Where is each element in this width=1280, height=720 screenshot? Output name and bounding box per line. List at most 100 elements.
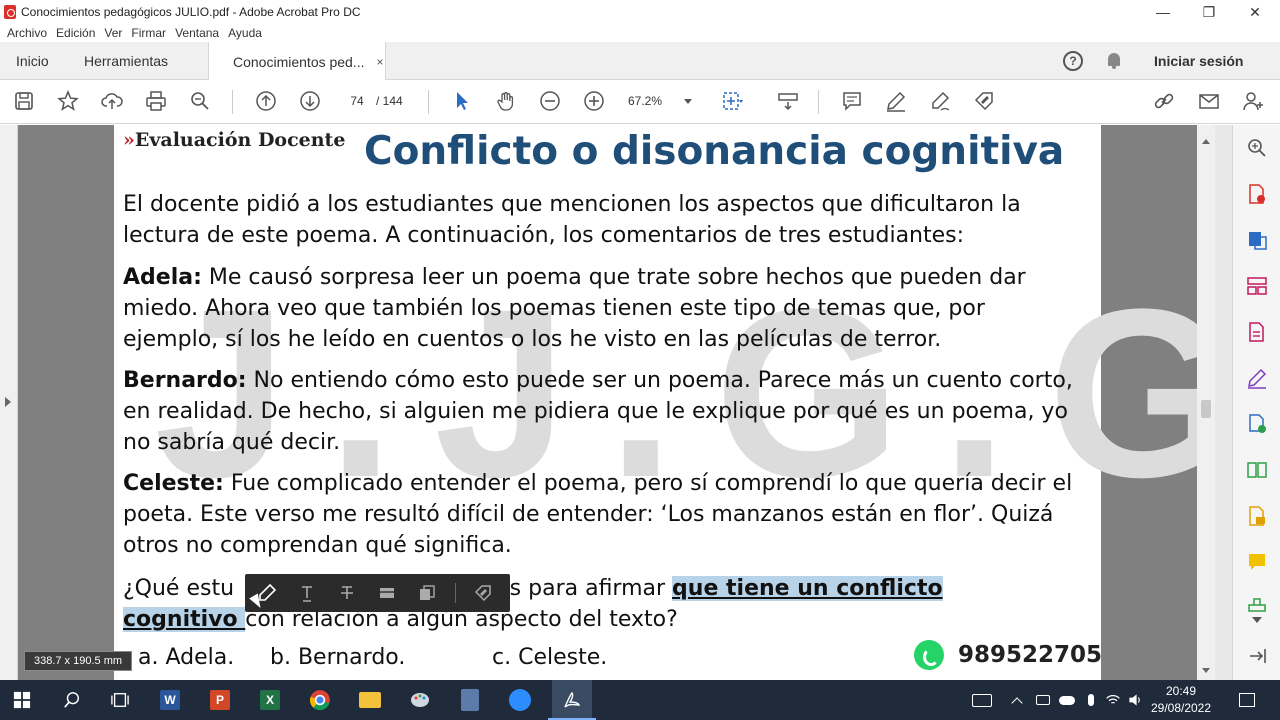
highlight-button[interactable] [882, 87, 910, 115]
clock-date: 29/08/2022 [1150, 701, 1212, 715]
bookmark-button[interactable] [54, 87, 82, 115]
tab-document[interactable]: Conocimientos ped... × [208, 42, 386, 81]
chevron-down-icon[interactable] [1252, 617, 1262, 623]
search-icon [64, 692, 80, 708]
zoom-app[interactable] [506, 686, 534, 714]
close-window-button[interactable]: ✕ [1232, 0, 1278, 24]
hand-tool-button[interactable] [492, 87, 520, 115]
fill-sign-icon[interactable] [1246, 367, 1268, 389]
strikethrough-icon[interactable] [337, 583, 357, 603]
notification-center-button[interactable] [1233, 686, 1261, 714]
minimize-button[interactable]: — [1140, 0, 1186, 24]
star-icon [57, 90, 79, 111]
menu-ventana[interactable]: Ventana [175, 26, 219, 40]
comment-name: Bernardo: [123, 368, 247, 393]
organize-pages-icon[interactable] [1246, 275, 1268, 297]
share-link-button[interactable] [1150, 87, 1178, 115]
compare-files-icon[interactable] [1246, 459, 1268, 481]
vertical-scrollbar[interactable] [1197, 125, 1215, 680]
menu-archivo[interactable]: Archivo [7, 26, 47, 40]
send-for-review-icon[interactable] [1246, 413, 1268, 435]
edit-pdf-icon[interactable] [1246, 321, 1268, 343]
menu-ver[interactable]: Ver [104, 26, 122, 40]
comment-text: Me causó sorpresa leer un poema que trat… [123, 265, 1026, 352]
sign-tag-icon [974, 92, 993, 111]
powerpoint-app[interactable]: P [206, 686, 234, 714]
search-zoom-icon[interactable] [1246, 137, 1268, 159]
scroll-down-icon[interactable] [1202, 668, 1210, 673]
task-view-button[interactable] [106, 686, 134, 714]
keyboard-tray-icon[interactable] [968, 686, 996, 714]
meet-now-tray[interactable] [1032, 686, 1054, 714]
left-panel-toggle[interactable] [0, 125, 18, 680]
add-user-button[interactable] [1239, 87, 1267, 115]
protect-icon[interactable] [1246, 505, 1268, 527]
highlighted-text[interactable]: que tiene un conflicto [672, 576, 943, 601]
network-tray[interactable] [1102, 686, 1124, 714]
printer-icon [146, 91, 166, 111]
copy-icon[interactable] [417, 583, 437, 603]
arrow-down-circle-icon [300, 91, 320, 111]
chrome-app[interactable] [306, 686, 334, 714]
maximize-button[interactable]: ❐ [1186, 0, 1232, 24]
comment-button[interactable] [838, 87, 866, 115]
acrobat-taskbar-app[interactable] [552, 680, 592, 720]
task-view-icon [111, 693, 129, 707]
menu-edicion[interactable]: Edición [56, 26, 95, 40]
volume-tray[interactable] [1124, 686, 1146, 714]
microphone-tray[interactable] [1080, 686, 1102, 714]
underline-text-icon[interactable] [297, 583, 317, 603]
file-explorer-app[interactable] [356, 686, 384, 714]
document-view[interactable]: J.J.G.G. »Evaluación Docente Conflicto o… [18, 125, 1215, 680]
zoom-level-select[interactable]: 67.2% [628, 91, 696, 111]
previous-page-button[interactable] [252, 87, 280, 115]
onedrive-tray[interactable] [1056, 686, 1078, 714]
next-page-button[interactable] [296, 87, 324, 115]
comment-celeste: Celeste: Fue complicado entender el poem… [123, 468, 1083, 561]
word-app[interactable]: W [156, 686, 184, 714]
menu-ayuda[interactable]: Ayuda [228, 26, 262, 40]
export-pdf-icon[interactable] [1246, 183, 1268, 205]
tab-home[interactable]: Inicio [16, 42, 49, 80]
menu-firmar[interactable]: Firmar [131, 26, 166, 40]
signin-button[interactable]: Iniciar sesión [1154, 42, 1243, 80]
excel-app[interactable]: X [256, 686, 284, 714]
help-button[interactable]: ? [1063, 42, 1083, 80]
zoom-in-button[interactable] [580, 87, 608, 115]
draw-button[interactable] [926, 87, 954, 115]
fill-sign-button[interactable] [970, 87, 998, 115]
start-button[interactable] [8, 686, 36, 714]
select-tool-button[interactable] [448, 87, 476, 115]
page-number-input[interactable]: 74 [342, 91, 372, 111]
taskbar-search-button[interactable] [58, 686, 86, 714]
stamp-icon[interactable] [1246, 593, 1268, 615]
scroll-thumb[interactable] [1201, 400, 1211, 418]
notifications-button[interactable] [1106, 42, 1122, 80]
highlighted-text[interactable]: cognitivo [123, 607, 246, 632]
scroll-up-icon[interactable] [1202, 139, 1210, 144]
print-button[interactable] [142, 87, 170, 115]
whatsapp-contact: 989522705 [914, 640, 1102, 670]
speaker-icon [1129, 694, 1140, 706]
zoom-out-button[interactable] [536, 87, 564, 115]
redact-icon[interactable] [377, 583, 397, 603]
sign-tag-icon[interactable] [473, 583, 493, 603]
tab-close-icon[interactable]: × [377, 55, 384, 69]
email-button[interactable] [1195, 87, 1223, 115]
create-pdf-icon[interactable] [1246, 229, 1268, 251]
upload-button[interactable] [98, 87, 126, 115]
collapse-panel-icon[interactable] [1246, 645, 1268, 667]
show-hidden-icons-button[interactable] [1006, 686, 1028, 714]
scroll-mode-button[interactable] [774, 87, 802, 115]
search-button[interactable] [186, 87, 214, 115]
paint-app[interactable] [406, 686, 434, 714]
save-button[interactable] [10, 87, 38, 115]
taskbar-clock[interactable]: 20:49 29/08/2022 [1148, 683, 1214, 717]
wifi-icon [1106, 695, 1120, 704]
comment-icon[interactable] [1246, 551, 1268, 573]
tab-tools[interactable]: Herramientas [84, 42, 168, 80]
fit-page-button[interactable] [718, 87, 746, 115]
right-tools-panel [1232, 125, 1280, 680]
word-icon: W [160, 690, 180, 710]
calculator-app[interactable] [456, 686, 484, 714]
